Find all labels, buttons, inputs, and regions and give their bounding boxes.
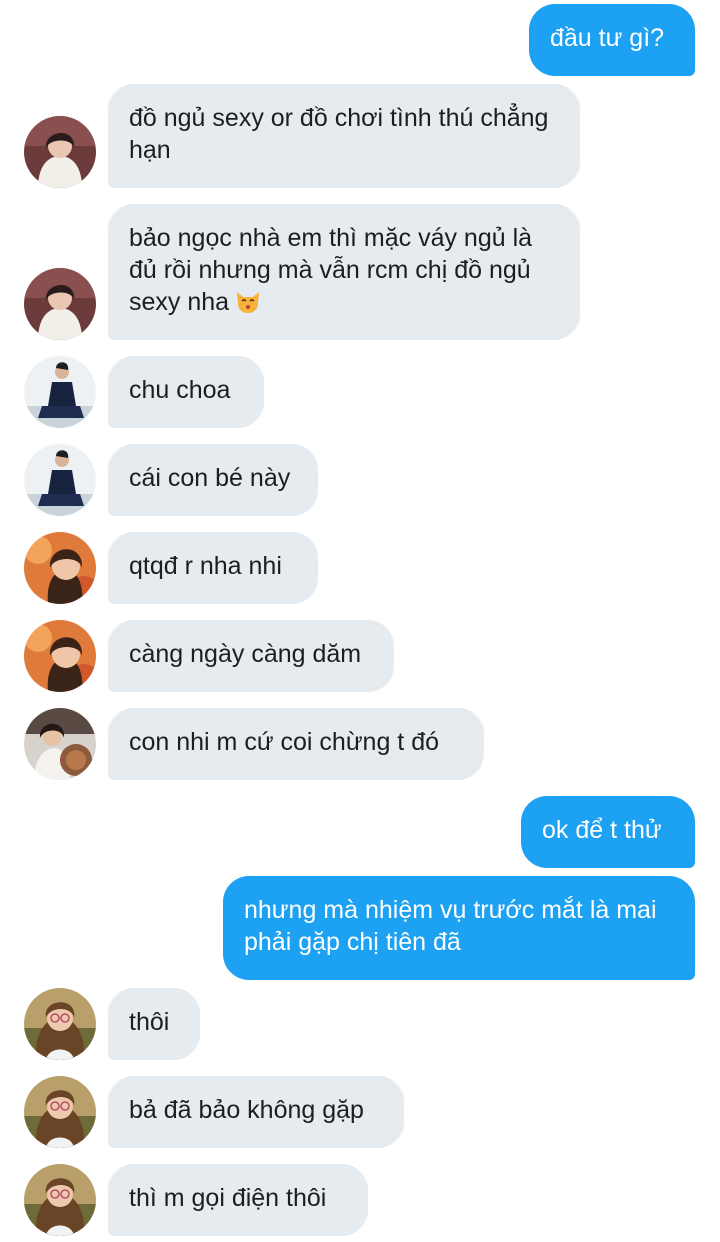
- message-text: càng ngày càng dăm: [129, 640, 362, 668]
- message-bubble-outgoing[interactable]: ok để t thử: [521, 796, 695, 868]
- avatar[interactable]: [24, 1164, 96, 1236]
- avatar[interactable]: [24, 116, 96, 188]
- chat-thread: đầu tư gì? đồ ngủ sexy or đồ chơi tình t…: [0, 0, 720, 1242]
- message-bubble-incoming[interactable]: cái con bé này: [108, 444, 318, 516]
- message-bubble-incoming[interactable]: thôi: [108, 988, 200, 1060]
- message-bubble-incoming[interactable]: bảo ngọc nhà em thì mặc váy ngủ là đủ rồ…: [108, 204, 580, 340]
- message-text: con nhi m cứ coi chừng t đó: [129, 728, 440, 756]
- message-text: thôi: [129, 1008, 170, 1036]
- message-text: bả đã bảo không gặp: [129, 1096, 364, 1124]
- message-text: bảo ngọc nhà em thì mặc váy ngủ là đủ rồ…: [129, 224, 539, 316]
- message-text: thì m gọi điện thôi: [129, 1184, 327, 1212]
- message-text: đầu tư gì?: [550, 24, 665, 52]
- avatar[interactable]: [24, 268, 96, 340]
- avatar[interactable]: [24, 356, 96, 428]
- message-text: cái con bé này: [129, 464, 291, 492]
- avatar[interactable]: [24, 708, 96, 780]
- message-text: đồ ngủ sexy or đồ chơi tình thú chẳng hạ…: [129, 104, 556, 164]
- message-bubble-outgoing[interactable]: nhưng mà nhiệm vụ trước mắt là mai phải …: [223, 876, 695, 980]
- message-bubble-incoming[interactable]: thì m gọi điện thôi: [108, 1164, 368, 1236]
- message-text: ok để t thử: [542, 816, 662, 844]
- message-bubble-incoming[interactable]: đồ ngủ sexy or đồ chơi tình thú chẳng hạ…: [108, 84, 580, 188]
- avatar[interactable]: [24, 444, 96, 516]
- avatar[interactable]: [24, 532, 96, 604]
- message-text: qtqđ r nha nhi: [129, 552, 282, 580]
- message-bubble-incoming[interactable]: qtqđ r nha nhi: [108, 532, 318, 604]
- message-bubble-incoming[interactable]: con nhi m cứ coi chừng t đó: [108, 708, 484, 780]
- message-bubble-incoming[interactable]: bả đã bảo không gặp: [108, 1076, 404, 1148]
- message-text: chu choa: [129, 376, 231, 404]
- message-bubble-incoming[interactable]: chu choa: [108, 356, 264, 428]
- avatar[interactable]: [24, 620, 96, 692]
- avatar[interactable]: [24, 988, 96, 1060]
- message-text: nhưng mà nhiệm vụ trước mắt là mai phải …: [244, 896, 664, 956]
- message-bubble-outgoing[interactable]: đầu tư gì?: [529, 4, 695, 76]
- avatar[interactable]: [24, 1076, 96, 1148]
- message-bubble-incoming[interactable]: càng ngày càng dăm: [108, 620, 394, 692]
- kissing-cat-emoji-icon: [233, 286, 263, 316]
